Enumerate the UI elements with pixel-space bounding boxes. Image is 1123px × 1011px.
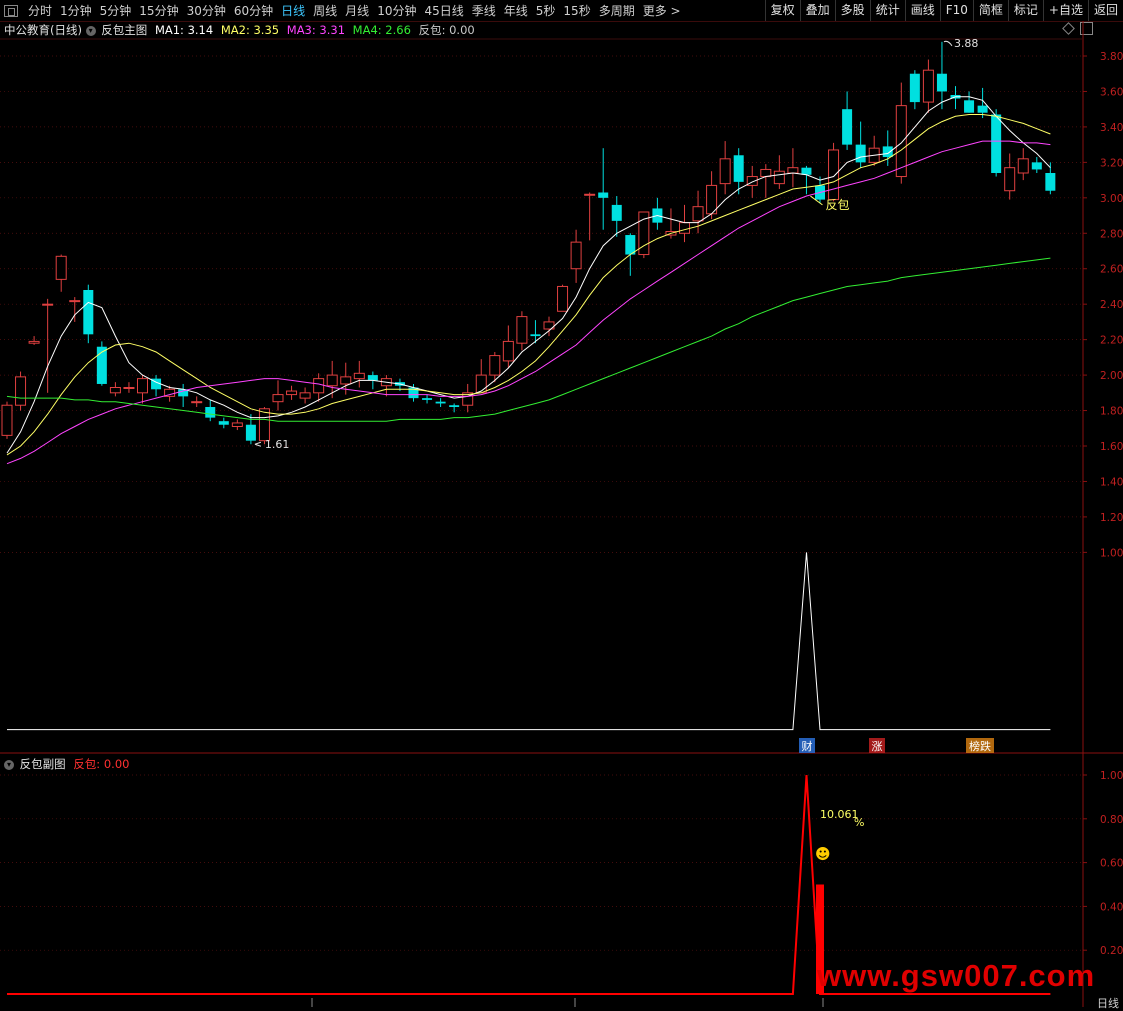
candle-body [83, 290, 94, 335]
candle-body [123, 387, 135, 389]
candle-body [191, 401, 203, 404]
y-tick-label: 2.60 [1100, 264, 1123, 276]
candle-body [1004, 167, 1016, 192]
low-label: 1.61 [265, 438, 290, 451]
signal-label: 反包 [825, 198, 849, 212]
y-tick-label: 2.00 [1100, 370, 1123, 382]
y-tick-label: 0.20 [1100, 945, 1123, 957]
y-tick-label: 1.00 [1100, 770, 1123, 782]
y-tick-label: 0.60 [1100, 858, 1123, 870]
candle-body [909, 73, 920, 103]
candle-body [218, 421, 229, 425]
candle-body [977, 105, 988, 113]
candle-body [42, 303, 54, 306]
candle-body [719, 158, 731, 185]
badge-label: 财 [802, 739, 813, 753]
period-indicator: 日线 [1097, 997, 1119, 1010]
candle-body [422, 398, 433, 400]
candle-body [679, 222, 690, 234]
candle-body [367, 375, 378, 381]
candle-body [313, 378, 325, 394]
candle-body [109, 387, 121, 394]
y-tick-label: 3.60 [1100, 86, 1123, 98]
candle-body [842, 109, 853, 145]
candle-body [205, 407, 216, 418]
y-tick-label: 1.40 [1100, 476, 1123, 488]
candle-body [760, 168, 772, 178]
badge-label: 涨 [872, 740, 883, 753]
candle-body [231, 422, 243, 428]
smiley-icon: ☻ [815, 845, 831, 863]
fanbao-line [7, 552, 1051, 731]
high-arrow [943, 40, 953, 47]
candle-body [611, 204, 622, 221]
candle-body [55, 255, 67, 280]
candle-body [733, 155, 744, 182]
candle-body [15, 376, 27, 406]
candle-body [245, 424, 256, 441]
candle-body [801, 167, 812, 175]
candle-body [882, 146, 893, 158]
candle-body [530, 334, 541, 337]
candle-body [922, 69, 934, 103]
candle-body [489, 355, 501, 376]
candle-body [475, 374, 487, 394]
candle-body [692, 206, 704, 222]
y-tick-label: 2.80 [1100, 228, 1123, 240]
badge-label: 榜跌 [969, 739, 991, 753]
candle-body [449, 405, 460, 407]
y-tick-label: 0.80 [1100, 814, 1123, 826]
candle-body [570, 241, 582, 270]
candle-body [1031, 162, 1042, 170]
candle-body [435, 401, 446, 404]
candle-body [286, 390, 298, 396]
candle-body [936, 73, 947, 92]
candle-body [516, 316, 528, 344]
candle-body [828, 149, 840, 201]
candle-body [353, 372, 365, 380]
y-tick-label: 1.20 [1100, 512, 1123, 524]
candle-body [773, 170, 785, 185]
kline-chart[interactable]: 3.80 3.60 3.40 3.20 3.00 2.80 2.60 2.40 2.20 2.00… [0, 0, 1123, 1007]
y-tick-label: 0.40 [1100, 901, 1123, 913]
y-tick-label: 3.80 [1100, 51, 1123, 63]
y-tick-label: 3.40 [1100, 122, 1123, 134]
y-tick-label: 1.00 [1100, 547, 1123, 559]
candle-body [991, 114, 1002, 173]
candle-body [625, 235, 636, 255]
candle-body [272, 394, 284, 403]
candle-body [299, 392, 311, 399]
candle-body [787, 167, 799, 174]
ma-line-1 [6, 96, 1051, 454]
candle-body [964, 100, 975, 113]
y-tick-label: 2.40 [1100, 299, 1123, 311]
candle-body [28, 340, 40, 344]
ma-line-3 [6, 140, 1051, 465]
candle-body [1017, 158, 1029, 174]
candle-body [258, 408, 270, 442]
candle-body [557, 285, 569, 312]
candle-body [69, 300, 81, 303]
candle-body [340, 376, 352, 385]
y-tick-label: 2.20 [1100, 335, 1123, 347]
candle-body [1045, 173, 1056, 191]
y-tick-label: 1.60 [1100, 441, 1123, 453]
watermark: www.gsw007.com [817, 958, 1096, 993]
pct-label: 10.061 [820, 808, 859, 821]
ma-line-2 [6, 114, 1051, 456]
high-label: 3.88 [954, 37, 979, 50]
pct-suffix: % [854, 816, 864, 829]
candle-body [598, 192, 609, 198]
candle-body [137, 378, 148, 394]
candle-body [502, 340, 514, 362]
y-tick-label: 1.80 [1100, 406, 1123, 418]
candle-body [855, 144, 866, 163]
y-tick-label: 3.20 [1100, 157, 1123, 169]
candle-body [584, 193, 596, 196]
low-arrow [254, 441, 262, 447]
candle-body [1, 404, 13, 436]
candle-body [326, 374, 338, 387]
y-tick-label: 3.00 [1100, 193, 1123, 205]
